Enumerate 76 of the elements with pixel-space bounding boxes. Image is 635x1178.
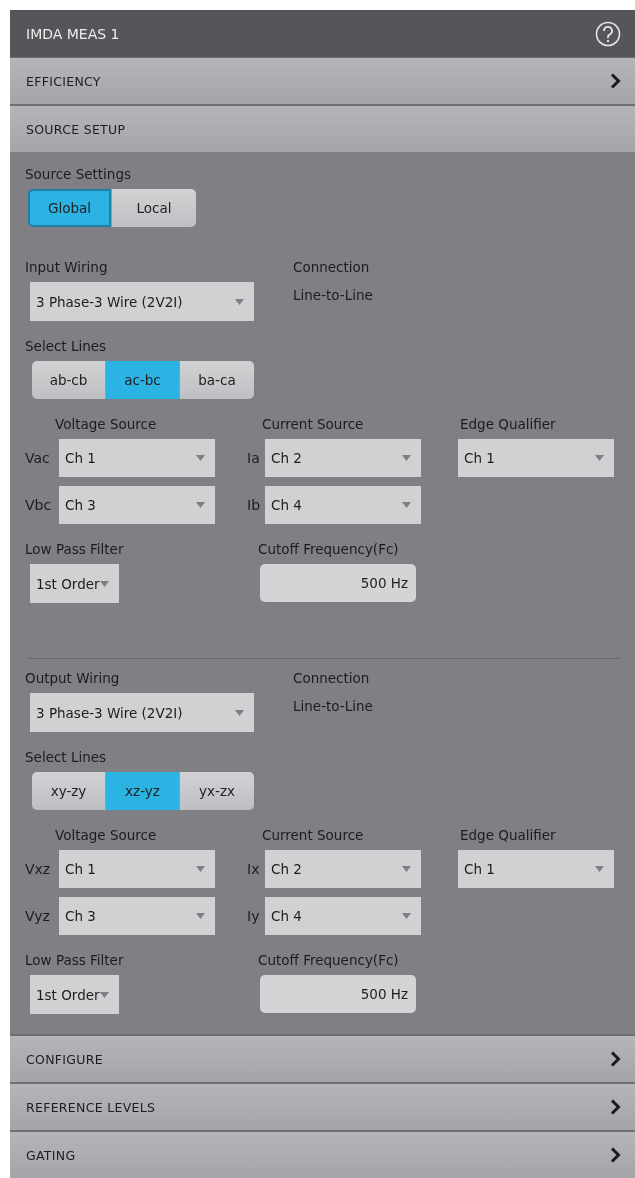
- cutoff-field[interactable]: 500 Hz: [260, 564, 416, 602]
- dropdown-field[interactable]: Ch 4: [265, 486, 421, 524]
- caret-icon: [196, 455, 205, 461]
- caret-icon: [235, 298, 244, 305]
- caret-icon: [595, 455, 604, 461]
- column-label: Voltage Source: [55, 826, 158, 844]
- connection-value: Line-to-Line: [293, 286, 373, 304]
- column-label: Edge Qualifier: [460, 415, 557, 433]
- chevron-icon: [610, 73, 621, 89]
- segment-tab[interactable]: ab-cb: [32, 361, 106, 399]
- field-label: Low Pass Filter: [25, 951, 125, 969]
- column-label: Voltage Source: [55, 415, 158, 433]
- dropdown-field[interactable]: 1st Order: [30, 975, 119, 1014]
- row-label: Vac: [25, 449, 51, 467]
- field-label: Input Wiring: [25, 258, 109, 276]
- row-label: Iy: [247, 907, 261, 925]
- dropdown-field[interactable]: Ch 4: [265, 897, 421, 935]
- caret-icon: [402, 455, 411, 461]
- row-label: Ib: [247, 496, 261, 514]
- caret-icon: [402, 502, 411, 508]
- section-header[interactable]: EFFICIENCY: [10, 58, 635, 104]
- row-label: Ix: [247, 860, 261, 878]
- caret-icon: [402, 866, 411, 872]
- segment-tab[interactable]: xz-yz: [106, 772, 180, 810]
- segment-tab[interactable]: Local: [112, 189, 196, 227]
- caret-icon: [235, 709, 244, 716]
- row-label: Ia: [247, 449, 261, 467]
- caret-icon: [402, 913, 411, 919]
- row-label: Vyz: [25, 907, 51, 925]
- section-header[interactable]: CONFIGURE: [10, 1036, 635, 1082]
- help-icon[interactable]: [595, 20, 621, 47]
- caret-icon: [99, 991, 109, 998]
- caret-icon: [99, 580, 109, 587]
- caret-icon: [196, 913, 205, 919]
- field-label: Connection: [293, 669, 371, 687]
- column-label: Current Source: [262, 415, 365, 433]
- chevron-icon: [610, 1147, 621, 1163]
- section-header[interactable]: REFERENCE LEVELS: [10, 1084, 635, 1130]
- segment-tab[interactable]: yx-zx: [180, 772, 254, 810]
- field-label: Output Wiring: [25, 669, 121, 687]
- field-label: Source Settings: [25, 165, 133, 183]
- panel-title: IMDA MEAS 1: [26, 25, 120, 42]
- connection-value: Line-to-Line: [293, 697, 373, 715]
- segment-tab[interactable]: xy-zy: [32, 772, 106, 810]
- chevron-icon: [610, 1099, 621, 1115]
- dropdown-field[interactable]: Ch 3: [59, 486, 215, 524]
- field-label: Connection: [293, 258, 371, 276]
- cutoff-field[interactable]: 500 Hz: [260, 975, 416, 1013]
- caret-icon: [196, 502, 205, 508]
- dropdown-field[interactable]: Ch 1: [458, 439, 614, 477]
- dropdown-field[interactable]: Ch 1: [59, 439, 215, 477]
- field-label: Select Lines: [25, 748, 108, 766]
- caret-icon: [595, 866, 604, 872]
- dropdown-field[interactable]: Ch 2: [265, 439, 421, 477]
- field-label: Select Lines: [25, 337, 108, 355]
- column-label: Edge Qualifier: [460, 826, 557, 844]
- segment-tab[interactable]: ba-ca: [180, 361, 254, 399]
- column-label: Current Source: [262, 826, 365, 844]
- dropdown-field[interactable]: Ch 3: [59, 897, 215, 935]
- dropdown-field[interactable]: Ch 1: [458, 850, 614, 888]
- dropdown-field[interactable]: 1st Order: [30, 564, 119, 603]
- field-label: Cutoff Frequency(Fc): [258, 540, 400, 558]
- dropdown-field[interactable]: 3 Phase-3 Wire (2V2I): [30, 282, 254, 321]
- segment-tab[interactable]: ac-bc: [106, 361, 180, 399]
- chevron-icon: [610, 1051, 621, 1067]
- field-label: Low Pass Filter: [25, 540, 125, 558]
- row-label: Vxz: [25, 860, 52, 878]
- dropdown-field[interactable]: Ch 1: [59, 850, 215, 888]
- section-header[interactable]: GATING: [10, 1132, 635, 1178]
- dropdown-field[interactable]: 3 Phase-3 Wire (2V2I): [30, 693, 254, 732]
- row-label: Vbc: [25, 496, 53, 514]
- caret-icon: [196, 866, 205, 872]
- segment-tab[interactable]: Global: [28, 189, 112, 227]
- section-header[interactable]: SOURCE SETUP: [10, 106, 635, 152]
- field-label: Cutoff Frequency(Fc): [258, 951, 400, 969]
- dropdown-field[interactable]: Ch 2: [265, 850, 421, 888]
